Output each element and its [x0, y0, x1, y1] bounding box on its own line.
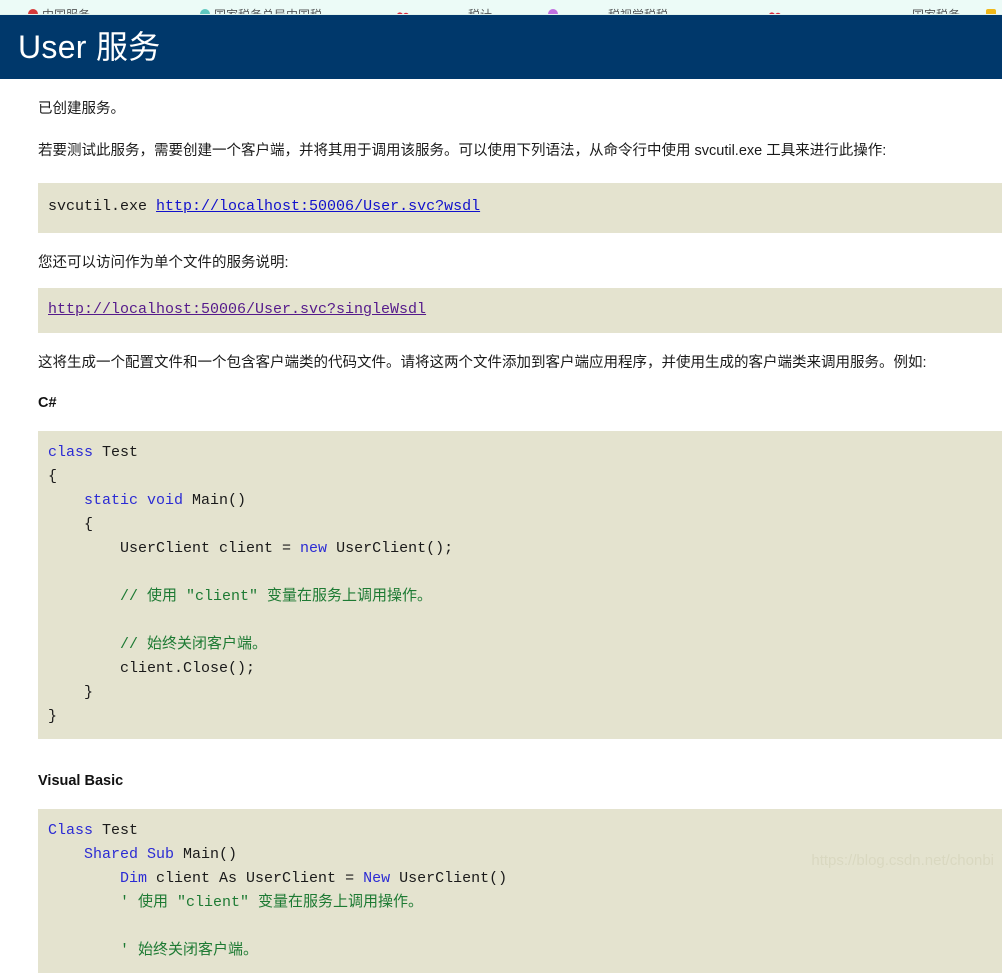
- heart-icon: [772, 9, 783, 14]
- code-line: }: [48, 681, 1002, 705]
- code-text: client As UserClient =: [147, 870, 364, 887]
- code-line: Dim client As UserClient = New UserClien…: [48, 867, 1002, 891]
- svcutil-command-block: svcutil.exe http://localhost:50006/User.…: [38, 182, 1002, 233]
- bookmark-item[interactable]: [986, 1, 996, 14]
- code-line: ' 始终关闭客户端。: [48, 939, 1002, 963]
- csharp-heading: C#: [38, 395, 57, 411]
- main-content: 已创建服务。 若要测试此服务，需要创建一个客户端，并将其用于调用该服务。可以使用…: [0, 79, 1002, 973]
- browser-bookmarks-bar[interactable]: 中国服务 国家税务总局中国税 税计 税视觉税税_ 国家税务: [0, 0, 1002, 15]
- code-text: Main(): [174, 846, 238, 863]
- code-text: }: [48, 708, 58, 725]
- code-keyword: Dim: [120, 870, 148, 887]
- code-comment: ' 使用 "client" 变量在服务上调用操作。: [48, 894, 424, 911]
- code-text: Test: [93, 822, 139, 839]
- bookmark-item[interactable]: [548, 1, 558, 14]
- single-wsdl-block: http://localhost:50006/User.svc?singleWs…: [38, 288, 1002, 334]
- bookmark-item[interactable]: 税视觉税税_: [608, 1, 675, 14]
- bookmark-item[interactable]: [400, 1, 411, 14]
- page-header-banner: User 服务: [0, 15, 1002, 79]
- code-keyword: Class: [48, 822, 94, 839]
- visualbasic-heading: Visual Basic: [38, 773, 124, 789]
- code-line: UserClient client = new UserClient();: [48, 537, 1002, 561]
- bookmark-label: 税计: [468, 8, 493, 15]
- code-keyword: static void: [84, 492, 184, 509]
- code-line: Class Test: [48, 819, 1002, 843]
- bookmark-label: 税视觉税税_: [608, 8, 675, 15]
- code-line: client.Close();: [48, 657, 1002, 681]
- code-text: {: [48, 468, 58, 485]
- single-file-notice: 您还可以访问作为单个文件的服务说明:: [38, 254, 289, 271]
- code-comment: ' 始终关闭客户端。: [48, 942, 259, 959]
- single-wsdl-link[interactable]: http://localhost:50006/User.svc?singleWs…: [48, 301, 426, 318]
- visualbasic-code-block: Class Test Shared Sub Main() Dim client …: [38, 809, 1002, 973]
- code-text: }: [48, 684, 94, 701]
- code-text: UserClient();: [327, 540, 454, 557]
- wsdl-link[interactable]: http://localhost:50006/User.svc?wsdl: [156, 198, 480, 215]
- code-comment: // 使用 "client" 变量在服务上调用操作。: [48, 588, 433, 605]
- code-comment: // 始终关闭客户端。: [48, 636, 268, 653]
- code-text: UserClient client =: [48, 540, 301, 557]
- code-line: }: [48, 705, 1002, 729]
- square-icon: [986, 9, 996, 14]
- code-text: {: [48, 516, 94, 533]
- circle-icon: [548, 9, 558, 14]
- bookmark-label: 国家税务: [912, 8, 961, 15]
- bookmark-item[interactable]: 国家税务: [912, 1, 960, 14]
- page-title: User 服务: [18, 29, 161, 65]
- code-line: ' 使用 "client" 变量在服务上调用操作。: [48, 891, 1002, 915]
- bookmark-label: 国家税务总局中国税: [214, 8, 323, 15]
- code-line: // 始终关闭客户端。: [48, 633, 1002, 657]
- code-line: class Test: [48, 441, 1002, 465]
- circle-icon: [200, 9, 210, 14]
- code-text: UserClient(): [390, 870, 508, 887]
- code-line: {: [48, 513, 1002, 537]
- heart-icon: [400, 9, 411, 14]
- code-text: client.Close();: [48, 660, 256, 677]
- code-line: {: [48, 465, 1002, 489]
- csharp-code-block: class Test { static void Main() { UserCli…: [38, 431, 1002, 739]
- svcutil-command-prefix: svcutil.exe: [48, 197, 157, 215]
- code-keyword: Shared Sub: [84, 846, 175, 863]
- code-keyword: New: [363, 870, 391, 887]
- code-text: Test: [93, 444, 139, 461]
- bookmark-label: 中国服务: [42, 8, 91, 15]
- bookmark-item[interactable]: [772, 1, 783, 14]
- code-keyword: new: [300, 540, 328, 557]
- code-line: Shared Sub Main(): [48, 843, 1002, 867]
- test-service-instruction: 若要测试此服务，需要创建一个客户端，并将其用于调用该服务。可以使用下列语法，从命…: [38, 142, 887, 159]
- code-keyword: class: [48, 444, 94, 461]
- service-created-notice: 已创建服务。: [38, 101, 125, 117]
- bookmark-item[interactable]: 税计: [468, 1, 492, 14]
- code-line: static void Main(): [48, 489, 1002, 513]
- bookmark-item[interactable]: 国家税务总局中国税: [200, 1, 322, 14]
- circle-icon: [28, 9, 38, 14]
- generate-files-instruction: 这将生成一个配置文件和一个包含客户端类的代码文件。请将这两个文件添加到客户端应用…: [38, 355, 927, 372]
- code-text: Main(): [183, 492, 247, 509]
- bookmark-item[interactable]: 中国服务: [28, 1, 90, 14]
- code-line: // 使用 "client" 变量在服务上调用操作。: [48, 585, 1002, 609]
